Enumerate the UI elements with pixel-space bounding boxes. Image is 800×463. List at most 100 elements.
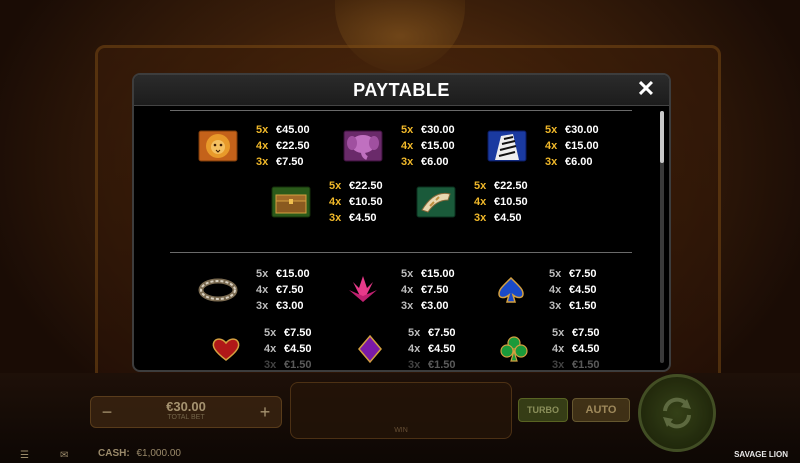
pay-amount: €22.50: [349, 180, 383, 192]
pay-amount: €4.50: [569, 284, 597, 296]
match-count: 3x: [256, 300, 269, 312]
pay-amount: €1.50: [572, 359, 600, 371]
auto-button[interactable]: AUTO: [572, 398, 630, 422]
pay-amount: €7.50: [284, 327, 312, 339]
win-panel: WIN: [290, 382, 512, 439]
horn-icon: [416, 186, 456, 218]
diamond-icon: [350, 333, 390, 365]
match-count: 5x: [474, 180, 487, 192]
pay-values: 5x €30.00 4x €15.00 3x €6.00: [545, 122, 599, 170]
cash-display: CASH: €1,000.00: [98, 448, 181, 459]
match-count: 5x: [401, 124, 414, 136]
pay-values: 5x €7.50 4x €4.50 3x €1.50: [264, 325, 312, 371]
pay-amount: €4.50: [428, 343, 456, 355]
pay-amount: €7.50: [276, 156, 304, 168]
pay-amount: €15.00: [565, 140, 599, 152]
pay-amount: €10.50: [494, 196, 528, 208]
match-count: 4x: [264, 343, 277, 355]
spin-button[interactable]: [638, 374, 716, 452]
bet-panel: − €30.00 TOTAL BET +: [90, 396, 282, 428]
pay-amount: €3.00: [421, 300, 449, 312]
bracelet-icon: [198, 274, 238, 306]
match-count: 3x: [552, 359, 565, 371]
treasure-chest-icon: [271, 186, 311, 218]
pay-amount: €6.00: [565, 156, 593, 168]
close-button[interactable]: ✕: [633, 76, 659, 102]
match-count: 4x: [401, 284, 414, 296]
pay-values: 5x €7.50 4x €4.50 3x €1.50: [549, 266, 597, 314]
pay-amount: €22.50: [276, 140, 310, 152]
chat-icon[interactable]: ✉: [60, 450, 68, 461]
pay-amount: €15.00: [421, 268, 455, 280]
pay-amount: €7.50: [569, 268, 597, 280]
pay-values: 5x €22.50 4x €10.50 3x €4.50: [474, 178, 528, 226]
menu-icon[interactable]: ☰: [20, 450, 29, 461]
heart-icon: [206, 333, 246, 365]
match-count: 5x: [256, 124, 269, 136]
scrollbar[interactable]: [660, 111, 664, 363]
match-count: 3x: [474, 212, 487, 224]
match-count: 5x: [408, 327, 421, 339]
cash-value: €1,000.00: [136, 448, 181, 459]
elephant-icon: [343, 130, 383, 162]
match-count: 3x: [408, 359, 421, 371]
total-bet-value: €30.00: [166, 399, 206, 414]
club-icon: [494, 333, 534, 365]
modal-header: PAYTABLE ✕: [134, 75, 669, 106]
match-count: 3x: [401, 156, 414, 168]
pay-amount: €30.00: [565, 124, 599, 136]
pay-amount: €6.00: [421, 156, 449, 168]
pay-amount: €1.50: [428, 359, 456, 371]
match-count: 5x: [545, 124, 558, 136]
section-divider: [170, 252, 632, 253]
win-label: WIN: [394, 427, 408, 434]
protea-flower-icon: [343, 274, 383, 306]
spade-icon: [491, 274, 531, 306]
pay-amount: €1.50: [284, 359, 312, 371]
zebra-icon: [487, 130, 527, 162]
match-count: 5x: [329, 180, 342, 192]
pay-amount: €4.50: [349, 212, 377, 224]
match-count: 5x: [264, 327, 277, 339]
spin-icon: [663, 397, 691, 429]
top-divider: [170, 110, 632, 111]
match-count: 4x: [549, 284, 562, 296]
pay-amount: €22.50: [494, 180, 528, 192]
match-count: 3x: [256, 156, 269, 168]
pay-values: 5x €7.50 4x €4.50 3x €1.50: [408, 325, 456, 371]
match-count: 3x: [549, 300, 562, 312]
game-title: SAVAGE LION: [734, 450, 788, 459]
pay-amount: €30.00: [421, 124, 455, 136]
lion-icon: [198, 130, 238, 162]
pay-amount: €7.50: [276, 284, 304, 296]
close-icon: ✕: [636, 76, 656, 101]
match-count: 3x: [545, 156, 558, 168]
pay-amount: €10.50: [349, 196, 383, 208]
pay-values: 5x €15.00 4x €7.50 3x €3.00: [401, 266, 455, 314]
turbo-button[interactable]: TURBO: [518, 398, 568, 422]
match-count: 4x: [329, 196, 342, 208]
pay-amount: €4.50: [494, 212, 522, 224]
increase-bet-button[interactable]: +: [255, 401, 275, 423]
pay-values: 5x €22.50 4x €10.50 3x €4.50: [329, 178, 383, 226]
pay-amount: €4.50: [284, 343, 312, 355]
match-count: 3x: [264, 359, 277, 371]
match-count: 3x: [329, 212, 342, 224]
scrollbar-thumb[interactable]: [660, 111, 664, 163]
pay-values: 5x €7.50 4x €4.50 3x €1.50: [552, 325, 600, 371]
pay-amount: €45.00: [276, 124, 310, 136]
pay-amount: €7.50: [428, 327, 456, 339]
match-count: 4x: [545, 140, 558, 152]
pay-values: 5x €30.00 4x €15.00 3x €6.00: [401, 122, 455, 170]
match-count: 4x: [408, 343, 421, 355]
paytable-modal: PAYTABLE ✕ 5x €45.00 4x €22.50 3x €7.50: [132, 73, 671, 372]
match-count: 5x: [401, 268, 414, 280]
decrease-bet-button[interactable]: −: [97, 401, 117, 423]
match-count: 5x: [256, 268, 269, 280]
pay-amount: €15.00: [276, 268, 310, 280]
pay-values: 5x €45.00 4x €22.50 3x €7.50: [256, 122, 310, 170]
cash-label: CASH:: [98, 448, 130, 459]
pay-amount: €4.50: [572, 343, 600, 355]
match-count: 4x: [256, 140, 269, 152]
pay-amount: €7.50: [421, 284, 449, 296]
